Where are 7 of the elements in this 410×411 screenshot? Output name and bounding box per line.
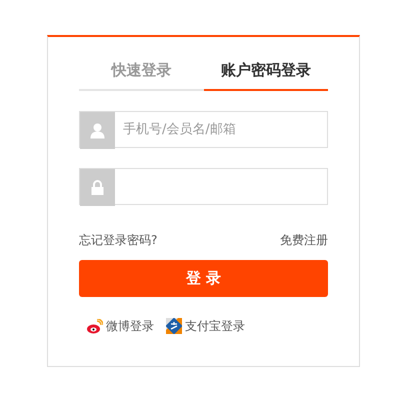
login-tab[interactable]: 账户密码登录 xyxy=(204,51,328,91)
social-login-link[interactable]: 支付宝登录 xyxy=(185,317,245,335)
register-link[interactable]: 免费注册 xyxy=(280,231,328,249)
social-login-link[interactable]: 微博登录 xyxy=(106,317,154,335)
alipay-icon xyxy=(166,318,182,334)
weibo-icon xyxy=(87,318,103,334)
forgot-password-link[interactable]: 忘记登录密码? xyxy=(79,231,158,249)
